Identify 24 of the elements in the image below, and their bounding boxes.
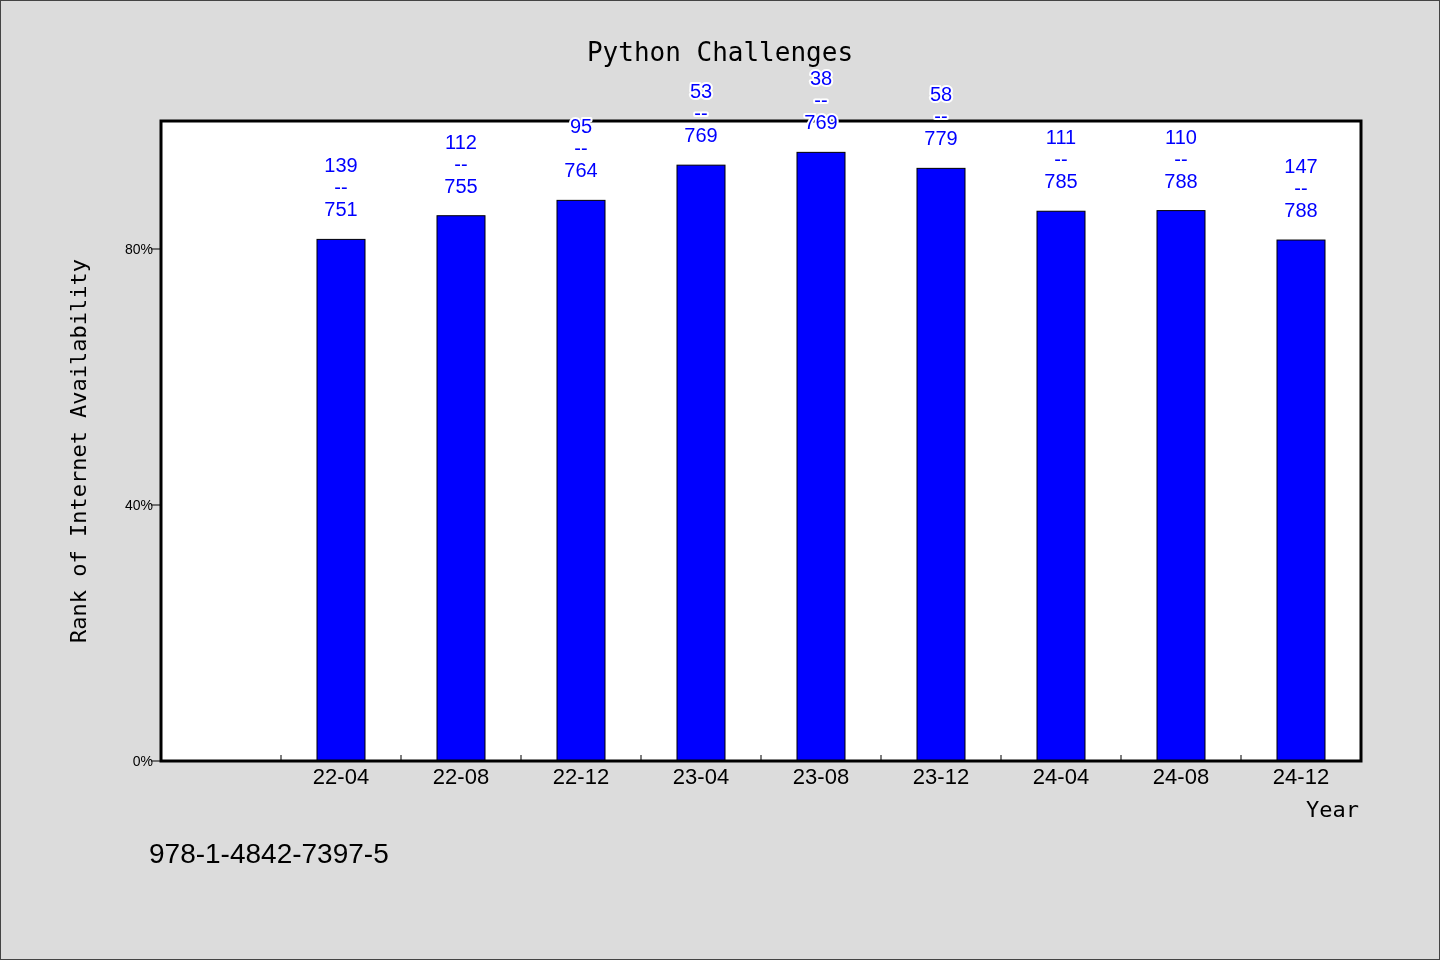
x-tick-label: 22-12 <box>552 764 610 789</box>
value-label: 95 -- 764 <box>564 115 598 182</box>
chart-title: Python Challenges <box>586 37 854 67</box>
y-axis-label: Rank of Internet Availability <box>66 258 91 644</box>
x-tick-label: 24-08 <box>1152 764 1210 789</box>
value-label: 147 -- 788 <box>1284 155 1318 222</box>
x-tick-label: 24-12 <box>1272 764 1330 789</box>
y-tick-label: 0% <box>132 753 153 769</box>
y-tick-label: 40% <box>124 497 153 513</box>
isbn-text: 978-1-4842-7397-5 <box>149 838 389 869</box>
x-tick-label: 23-04 <box>672 764 730 789</box>
value-label: 112 -- 755 <box>444 130 478 197</box>
x-tick-label: 24-04 <box>1032 764 1090 789</box>
value-label: 110 -- 788 <box>1164 125 1198 192</box>
value-label: 111 -- 785 <box>1044 126 1078 193</box>
value-label: 58 -- 779 <box>924 83 958 150</box>
x-axis-label: Year <box>1306 797 1359 822</box>
x-tick-label: 22-08 <box>432 764 490 789</box>
value-label: 139 -- 751 <box>324 154 358 221</box>
x-tick-label: 23-08 <box>792 764 850 789</box>
y-tick-label: 80% <box>124 241 153 257</box>
value-label: 53 -- 769 <box>684 80 718 147</box>
x-tick-label: 23-12 <box>912 764 970 789</box>
x-tick-label: 22-04 <box>312 764 370 789</box>
